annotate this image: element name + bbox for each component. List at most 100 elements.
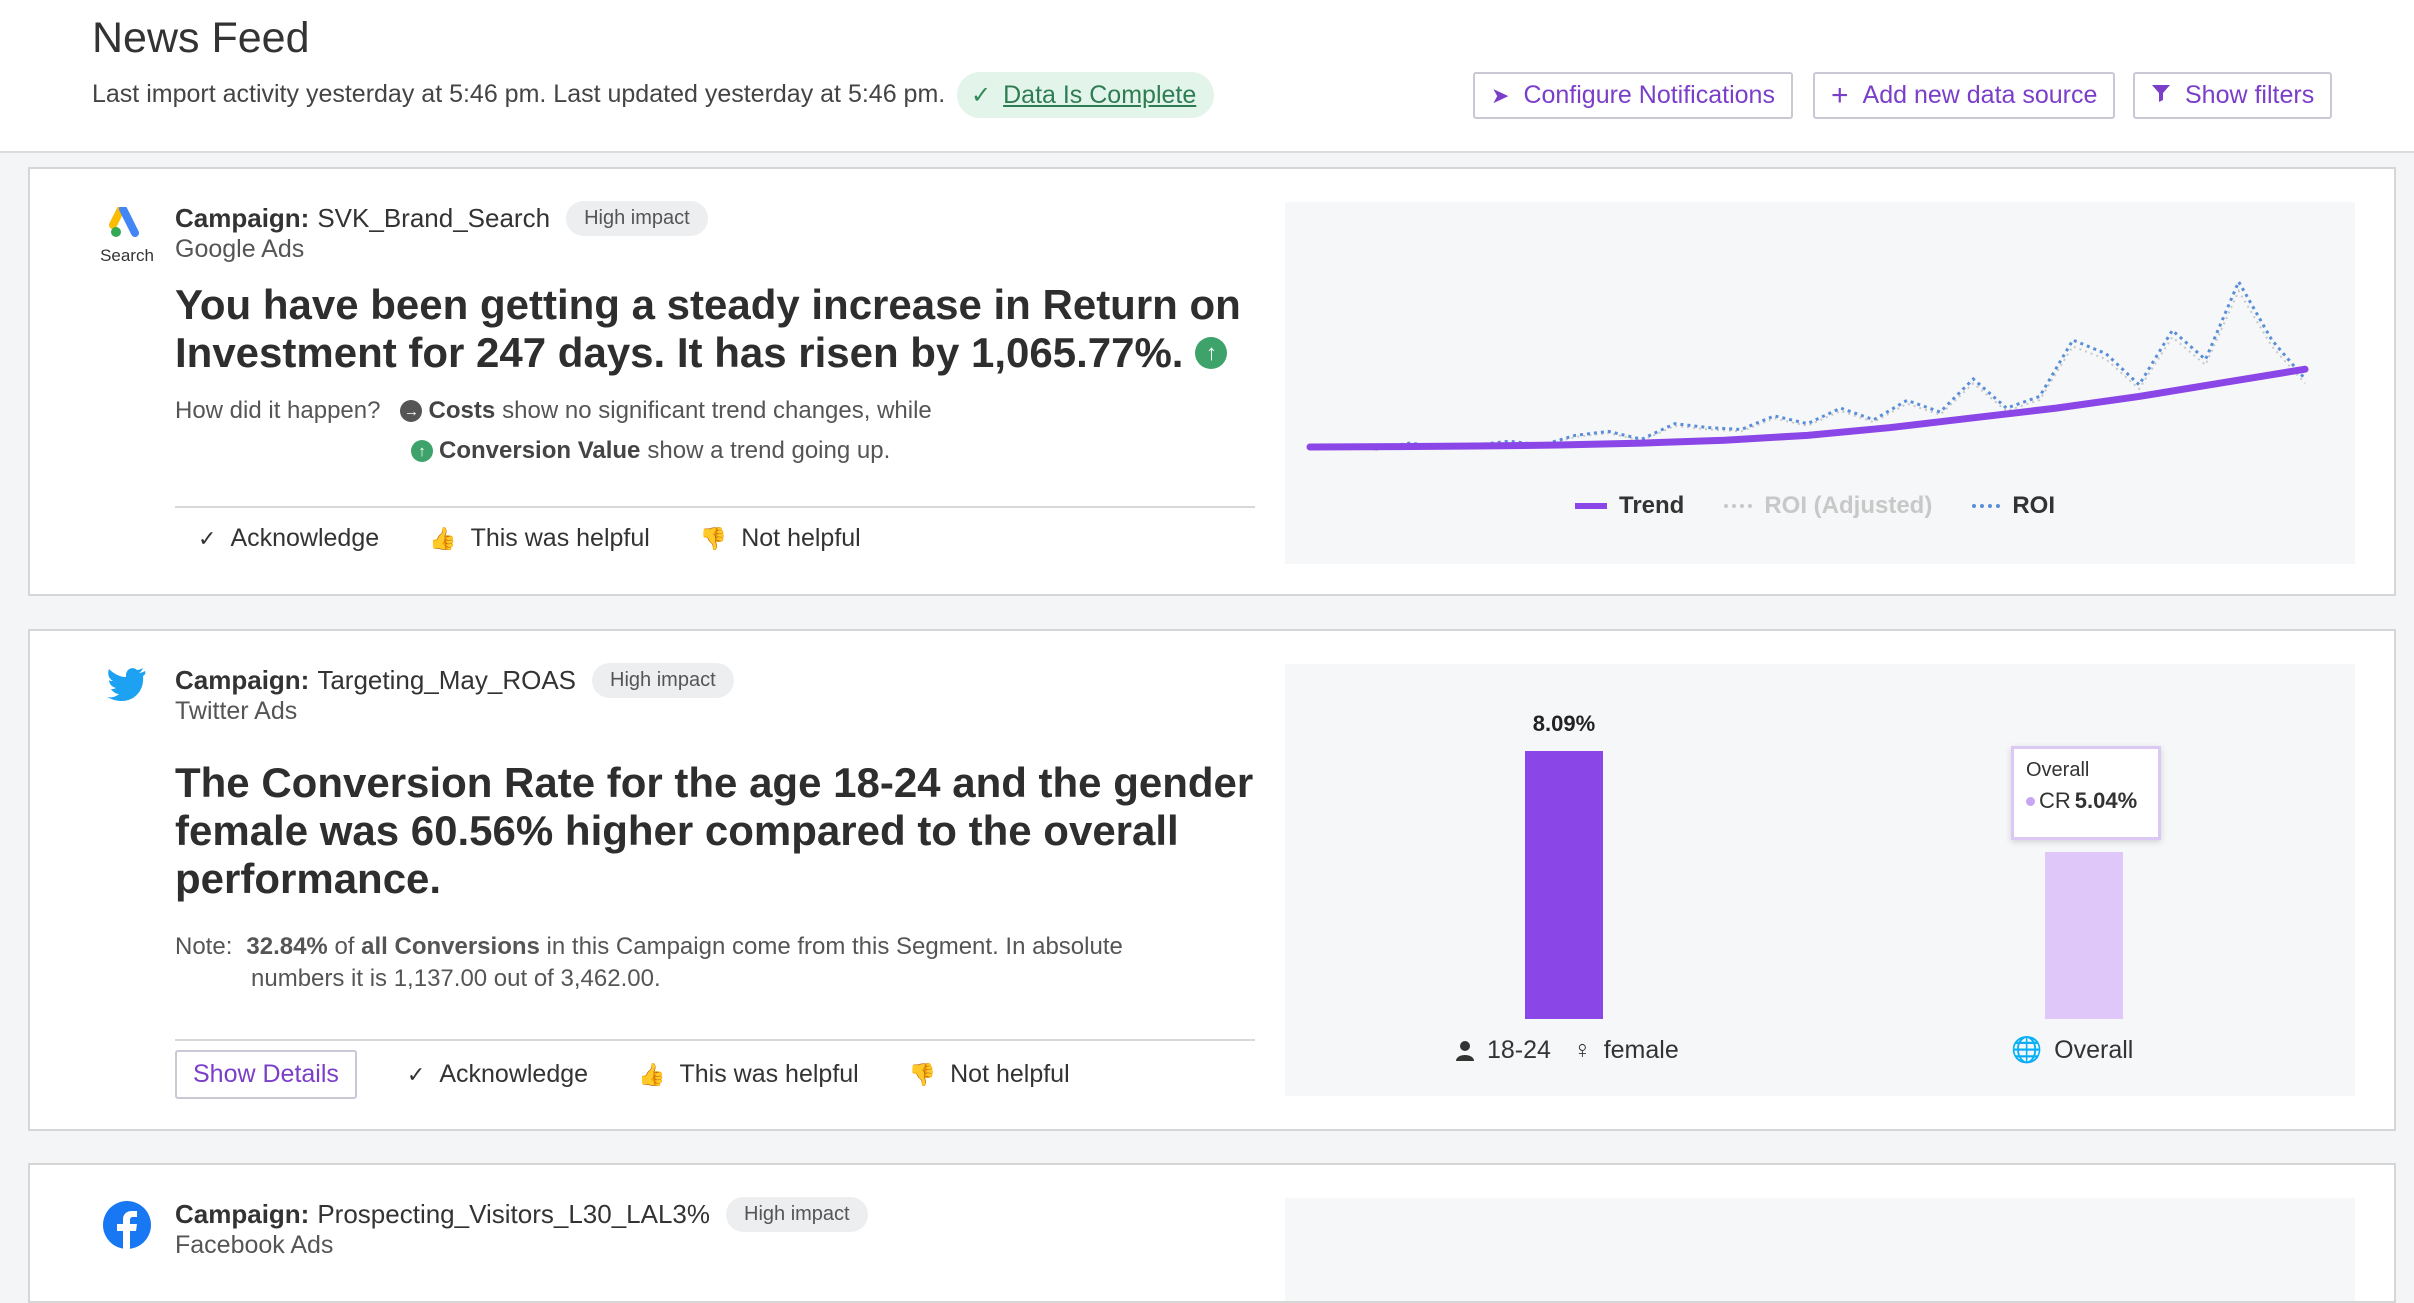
data-source-name: Facebook Ads	[175, 1231, 334, 1259]
campaign-label: Campaign:	[175, 1199, 310, 1229]
insight-headline: The Conversion Rate for the age 18-24 an…	[175, 759, 1285, 903]
configure-notifications-button[interactable]: ➤ Configure Notifications	[1473, 72, 1793, 119]
note-line: Note: 32.84% of all Conversions in this …	[175, 931, 1123, 963]
tooltip-dot	[2026, 796, 2035, 806]
campaign-name: SVK_Brand_Search	[317, 203, 551, 233]
data-complete-link[interactable]: Data Is Complete	[1003, 81, 1196, 110]
facebook-logo	[70, 1201, 184, 1254]
impact-badge: High impact	[592, 663, 734, 698]
explanation-block: How did it happen? → Costs show no signi…	[175, 391, 932, 471]
not-helpful-button[interactable]: 👎 Not helpful	[909, 1060, 1070, 1089]
bar-value-label: 8.09%	[1533, 711, 1595, 736]
chart-panel	[1285, 1198, 2355, 1301]
facebook-icon	[103, 1201, 151, 1249]
insight-card: Campaign: Prospecting_Visitors_L30_LAL3%…	[28, 1163, 2396, 1303]
metric-description: show a trend going up.	[647, 437, 891, 464]
legend-label: Trend	[1619, 492, 1685, 519]
campaign-label: Campaign:	[175, 203, 310, 233]
acknowledge-label: Acknowledge	[230, 524, 380, 552]
feedback-actions: ✓ Acknowledge 👍 This was helpful 👎 Not h…	[198, 524, 861, 553]
not-helpful-button[interactable]: 👎 Not helpful	[700, 524, 861, 553]
trend-up-icon: ↑	[411, 440, 433, 462]
insight-card: Search Campaign: SVK_Brand_Search High i…	[28, 167, 2396, 596]
trend-up-icon: ↑	[1195, 337, 1228, 369]
acknowledge-label: Acknowledge	[439, 1060, 589, 1088]
headline-line: You have been getting a steady increase …	[175, 281, 1241, 328]
data-source-name: Twitter Ads	[175, 697, 298, 725]
tooltip-row: CR 5.04%	[2026, 788, 2146, 814]
top-bar: News Feed Last import activity yesterday…	[0, 0, 2414, 153]
series-trend-line	[1306, 365, 2309, 451]
not-helpful-label: Not helpful	[950, 1060, 1070, 1088]
show-filters-button[interactable]: Show filters	[2133, 72, 2333, 119]
twitter-bird-icon	[107, 668, 146, 702]
thumbs-down-icon: 👎	[699, 525, 728, 551]
metric-description: show no significant trend changes, while	[502, 397, 932, 424]
filter-icon	[2151, 83, 2171, 109]
acknowledge-button[interactable]: ✓ Acknowledge	[407, 1060, 588, 1089]
person-icon	[1456, 1040, 1474, 1061]
import-status-text: Last import activity yesterday at 5:46 p…	[92, 80, 946, 108]
headline-line: The Conversion Rate for the age 18-24 an…	[175, 759, 1254, 806]
bar-overall[interactable]	[2045, 852, 2123, 1019]
bar-segment[interactable]	[1525, 751, 1603, 1019]
note-percentage: 32.84%	[246, 933, 328, 960]
note-body: 32.84% of all Conversions in this Campai…	[246, 931, 1122, 963]
campaign-row: Campaign: Targeting_May_ROAS High impact	[175, 663, 734, 698]
note-text: in this Campaign come from this Segment.…	[546, 933, 1123, 960]
impact-badge: High impact	[566, 201, 708, 236]
headline-line-2: Investment for 247 days. It has risen by…	[175, 329, 1285, 377]
note-label: Note:	[175, 933, 233, 960]
add-data-source-label: Add new data source	[1862, 81, 2098, 109]
note-of: of	[334, 933, 355, 960]
acknowledge-button[interactable]: ✓ Acknowledge	[198, 524, 379, 553]
thumbs-up-icon: 👍	[638, 1061, 666, 1087]
campaign-name: Targeting_May_ROAS	[317, 665, 577, 695]
helpful-button[interactable]: 👍 This was helpful	[638, 1060, 859, 1089]
legend-item-roi[interactable]: ROI	[1972, 492, 2055, 520]
divider	[175, 1039, 1255, 1041]
legend-item-roi-adjusted[interactable]: ROI (Adjusted)	[1724, 492, 1932, 520]
metric-name: Conversion Value	[439, 437, 641, 464]
send-icon: ➤	[1491, 82, 1510, 108]
thumbs-down-icon: 👎	[908, 1061, 937, 1087]
feedback-actions: Show Details ✓ Acknowledge 👍 This was he…	[175, 1050, 1070, 1099]
trend-neutral-icon: →	[400, 400, 423, 422]
female-icon: ♀	[1572, 1036, 1592, 1064]
legend-swatch	[1972, 504, 2001, 508]
bar-category-overall: 🌐 Overall	[2011, 1036, 2133, 1065]
age-label: 18-24	[1487, 1036, 1551, 1064]
google-ads-logo: Search	[70, 205, 184, 266]
note-line-2: numbers it is 1,137.00 out of 3,462.00.	[251, 965, 661, 992]
tooltip-series: CR	[2039, 788, 2071, 813]
roi-trend-chart: Trend ROI (Adjusted) ROI	[1285, 202, 2355, 564]
configure-notifications-label: Configure Notifications	[1523, 81, 1775, 109]
insight-headline: You have been getting a steady increase …	[175, 281, 1285, 377]
twitter-logo	[70, 667, 184, 706]
campaign-label: Campaign:	[175, 665, 310, 695]
check-icon: ✓	[406, 1061, 426, 1087]
segment-comparison-chart: 8.09%5.04% 18-24 ♀ female 🌐 Overall Over…	[1285, 664, 2355, 1096]
not-helpful-label: Not helpful	[741, 524, 861, 552]
metric-name: Costs	[428, 397, 496, 424]
bar-category-segment: 18-24 ♀ female	[1455, 1036, 1679, 1065]
headline-line: Investment for 247 days. It has risen by…	[175, 329, 1184, 376]
show-details-button[interactable]: Show Details	[175, 1050, 357, 1099]
chart-legend: Trend ROI (Adjusted) ROI	[1575, 492, 2055, 520]
legend-swatch	[1724, 504, 1753, 508]
legend-item-trend[interactable]: Trend	[1575, 492, 1684, 520]
helpful-label: This was helpful	[470, 524, 650, 552]
helpful-button[interactable]: 👍 This was helpful	[429, 524, 650, 553]
check-icon: ✓	[198, 525, 217, 551]
add-data-source-button[interactable]: + Add new data source	[1813, 72, 2116, 119]
legend-label: ROI	[2012, 492, 2056, 519]
headline-line: performance.	[175, 855, 442, 902]
explanation-row: ↑ Conversion Value show a trend going up…	[175, 431, 932, 471]
note-metric: all Conversions	[361, 933, 540, 960]
plus-icon: +	[1831, 78, 1849, 112]
page-title: News Feed	[92, 14, 310, 62]
google-ads-icon	[109, 205, 139, 237]
campaign-row: Campaign: Prospecting_Visitors_L30_LAL3%…	[175, 1197, 868, 1232]
bar-tooltip: Overall CR 5.04%	[2011, 746, 2161, 840]
show-filters-label: Show filters	[2185, 81, 2315, 109]
